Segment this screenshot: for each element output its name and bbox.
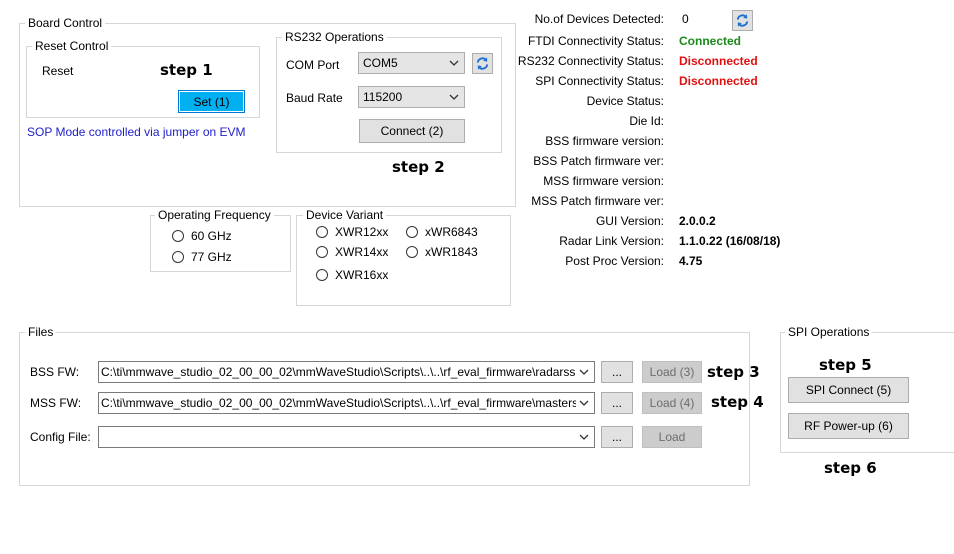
chevron-down-icon	[579, 434, 589, 440]
status-label: MSS Patch firmware ver:	[531, 194, 664, 208]
radio-xwr1843-label: xWR1843	[425, 245, 478, 259]
config-load-button[interactable]: Load	[642, 426, 702, 448]
com-port-refresh-button[interactable]	[472, 53, 493, 74]
status-label: MSS firmware version:	[543, 174, 664, 188]
chevron-down-icon	[579, 400, 589, 406]
bss-load-button[interactable]: Load (3)	[642, 361, 702, 383]
radio-xwr14xx-label: XWR14xx	[335, 245, 389, 259]
device-variant-title: Device Variant	[303, 208, 387, 222]
chevron-down-icon	[449, 94, 459, 100]
status-label: Radar Link Version:	[559, 234, 664, 248]
step-1-label: step 1	[160, 61, 213, 79]
post-proc-version-value: 4.75	[679, 254, 703, 268]
radio-xwr1843[interactable]	[406, 246, 418, 258]
step-5-label: step 5	[819, 356, 872, 374]
bss-fw-path-value: C:\ti\mmwave_studio_02_00_00_02\mmWaveSt…	[101, 365, 576, 379]
spi-status-value: Disconnected	[679, 74, 758, 88]
bss-browse-button[interactable]: ...	[601, 361, 633, 383]
refresh-icon	[736, 14, 749, 27]
radio-60ghz[interactable]	[172, 230, 184, 242]
set-button[interactable]: Set (1)	[178, 90, 245, 113]
status-value: 0	[682, 12, 689, 26]
chevron-down-icon	[449, 60, 459, 66]
radio-xwr6843-label: xWR6843	[425, 225, 478, 239]
devices-refresh-button[interactable]	[732, 10, 753, 31]
radio-77ghz-label: 77 GHz	[191, 250, 232, 264]
radio-xwr16xx[interactable]	[316, 269, 328, 281]
status-label: FTDI Connectivity Status:	[527, 34, 664, 48]
refresh-icon	[476, 57, 489, 70]
status-label: Post Proc Version:	[565, 254, 664, 268]
baud-rate-value: 115200	[363, 90, 403, 104]
com-port-select[interactable]: COM5	[358, 52, 465, 74]
config-file-select[interactable]	[98, 426, 595, 448]
mss-browse-button[interactable]: ...	[601, 392, 633, 414]
radar-link-version-value: 1.1.0.22 (16/08/18)	[679, 234, 781, 248]
chevron-down-icon	[579, 369, 589, 375]
step-4-label: step 4	[711, 393, 764, 411]
config-browse-button[interactable]: ...	[601, 426, 633, 448]
rf-powerup-button[interactable]: RF Power-up (6)	[788, 413, 909, 439]
reset-label: Reset	[42, 64, 74, 78]
spi-operations-title: SPI Operations	[785, 325, 873, 339]
rs232-operations-title: RS232 Operations	[282, 30, 387, 44]
mss-fw-path-value: C:\ti\mmwave_studio_02_00_00_02\mmWaveSt…	[101, 396, 576, 410]
radio-xwr6843[interactable]	[406, 226, 418, 238]
sop-mode-note: SOP Mode controlled via jumper on EVM	[27, 125, 246, 139]
bss-fw-label: BSS FW:	[30, 365, 80, 379]
operating-frequency-title: Operating Frequency	[155, 208, 274, 222]
spi-connect-button[interactable]: SPI Connect (5)	[788, 377, 909, 403]
config-file-label: Config File:	[30, 430, 91, 444]
status-label: BSS firmware version:	[545, 134, 664, 148]
radio-xwr12xx[interactable]	[316, 226, 328, 238]
com-port-label: COM Port	[286, 58, 340, 72]
baud-rate-label: Baud Rate	[286, 91, 343, 105]
com-port-value: COM5	[363, 56, 398, 70]
baud-rate-select[interactable]: 115200	[358, 86, 465, 108]
radio-xwr12xx-label: XWR12xx	[335, 225, 389, 239]
status-label: GUI Version:	[595, 214, 664, 228]
radio-xwr14xx[interactable]	[316, 246, 328, 258]
status-label: Device Status:	[586, 94, 664, 108]
gui-version-value: 2.0.0.2	[679, 214, 716, 228]
status-label: RS232 Connectivity Status:	[517, 54, 664, 68]
mss-fw-label: MSS FW:	[30, 396, 82, 410]
step-6-label: step 6	[824, 459, 877, 477]
status-label: SPI Connectivity Status:	[535, 74, 664, 88]
radio-xwr16xx-label: XWR16xx	[335, 268, 389, 282]
mss-load-button[interactable]: Load (4)	[642, 392, 702, 414]
radio-77ghz[interactable]	[172, 251, 184, 263]
board-control-title: Board Control	[25, 16, 106, 30]
radio-60ghz-label: 60 GHz	[191, 229, 232, 243]
step-2-label: step 2	[392, 158, 445, 176]
mss-fw-path-select[interactable]: C:\ti\mmwave_studio_02_00_00_02\mmWaveSt…	[98, 392, 595, 414]
bss-fw-path-select[interactable]: C:\ti\mmwave_studio_02_00_00_02\mmWaveSt…	[98, 361, 595, 383]
ftdi-status-value: Connected	[679, 34, 742, 48]
status-label: BSS Patch firmware ver:	[533, 154, 664, 168]
device-variant-group	[296, 215, 511, 306]
step-3-label: step 3	[707, 363, 760, 381]
files-title: Files	[25, 325, 57, 339]
connect-button[interactable]: Connect (2)	[359, 119, 465, 143]
status-label: No.of Devices Detected:	[534, 12, 664, 26]
rs232-status-value: Disconnected	[679, 54, 758, 68]
status-label: Die Id:	[629, 114, 664, 128]
reset-control-title: Reset Control	[32, 39, 112, 53]
